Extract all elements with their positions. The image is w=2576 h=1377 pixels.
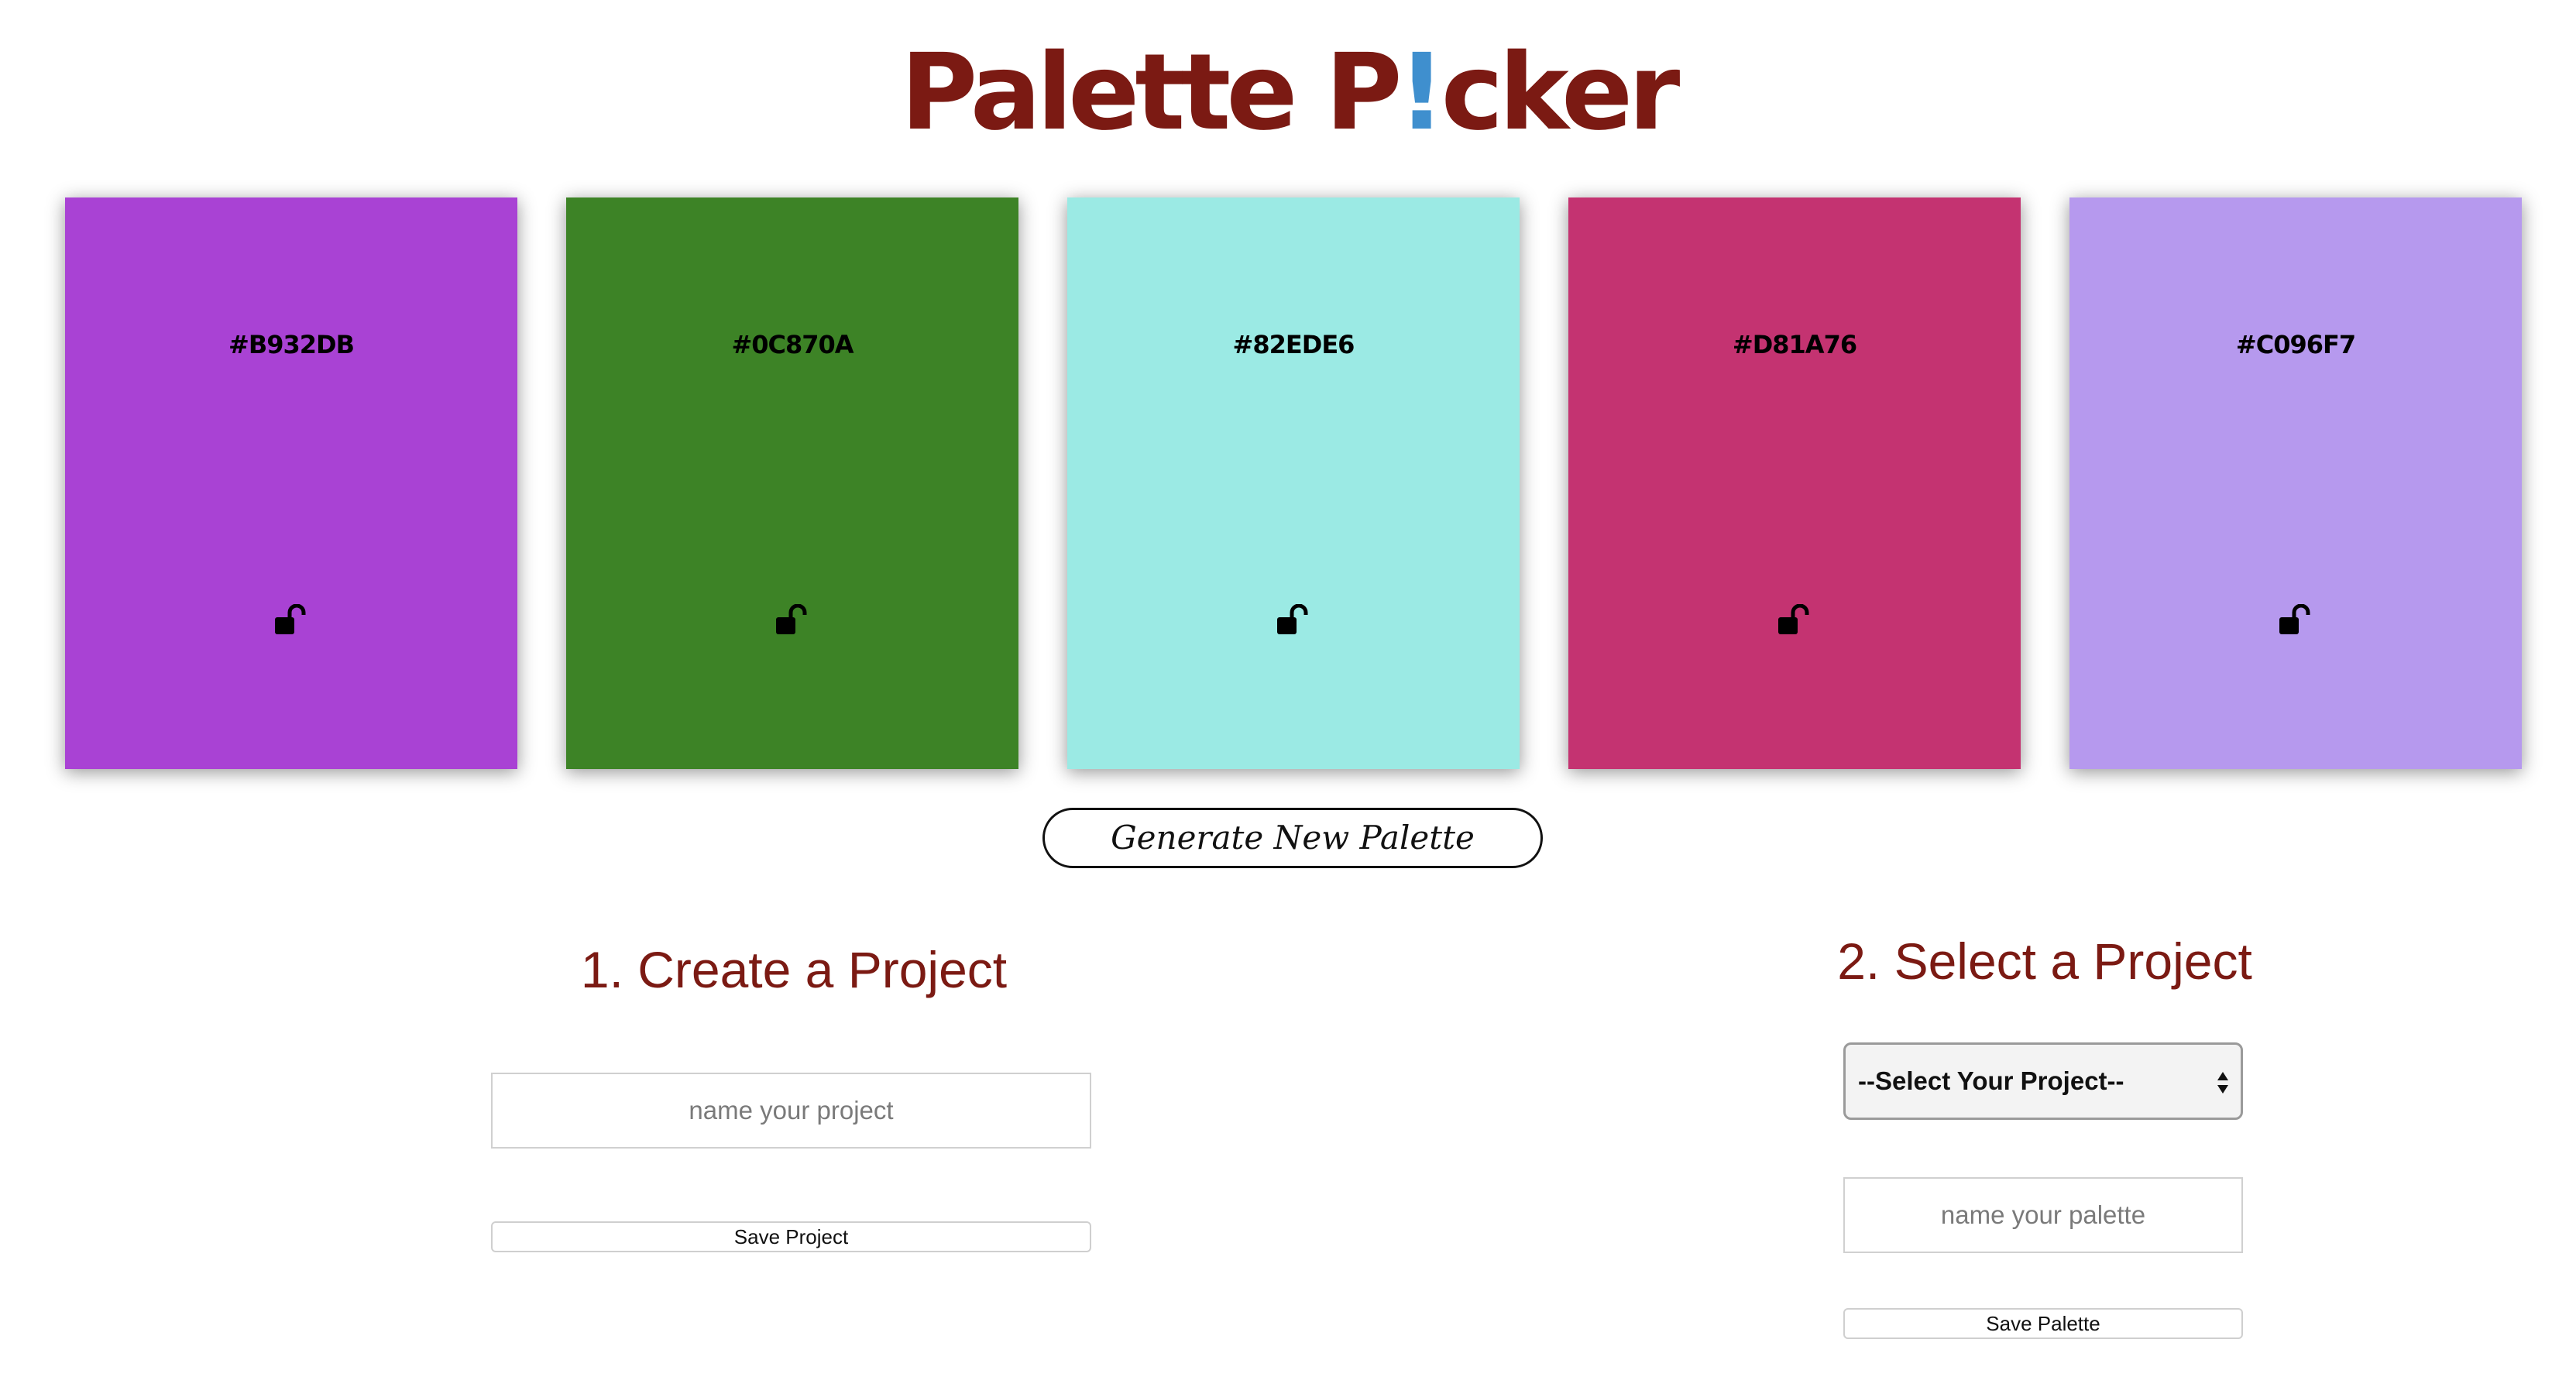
select-project-heading: 2. Select a Project (1837, 932, 2252, 990)
unlocked-padlock-icon[interactable] (274, 603, 308, 635)
title-part-1: Palette P (900, 32, 1403, 154)
unlocked-padlock-icon[interactable] (1276, 603, 1310, 635)
color-swatch-5: #C096F7 (2069, 197, 2522, 769)
palette-name-input[interactable] (1843, 1177, 2243, 1253)
swatch-hex-label: #82EDE6 (1232, 330, 1355, 359)
swatch-hex-label: #B932DB (228, 330, 355, 359)
project-select-value: --Select Your Project-- (1858, 1066, 2124, 1095)
save-project-button[interactable]: Save Project (491, 1221, 1091, 1252)
save-palette-button[interactable]: Save Palette (1843, 1308, 2243, 1339)
app-title: Palette P!cker (0, 31, 2576, 155)
unlocked-padlock-icon[interactable] (775, 603, 809, 635)
swatch-hex-label: #D81A76 (1732, 330, 1857, 359)
project-select[interactable]: --Select Your Project-- (1843, 1042, 2243, 1120)
unlocked-padlock-icon[interactable] (2279, 603, 2313, 635)
project-name-input[interactable] (491, 1073, 1091, 1149)
color-swatch-1: #B932DB (65, 197, 517, 769)
swatch-hex-label: #C096F7 (2235, 330, 2356, 359)
generate-palette-button[interactable]: Generate New Palette (1042, 808, 1543, 868)
unlocked-padlock-icon[interactable] (1777, 603, 1812, 635)
color-swatch-3: #82EDE6 (1067, 197, 1520, 769)
color-swatch-2: #0C870A (566, 197, 1018, 769)
create-project-heading: 1. Create a Project (580, 941, 1008, 998)
title-part-2: cker (1441, 32, 1681, 154)
select-arrows-icon (2217, 1072, 2228, 1094)
swatch-hex-label: #0C870A (731, 330, 854, 359)
color-swatch-4: #D81A76 (1568, 197, 2021, 769)
title-accent: ! (1397, 32, 1446, 154)
